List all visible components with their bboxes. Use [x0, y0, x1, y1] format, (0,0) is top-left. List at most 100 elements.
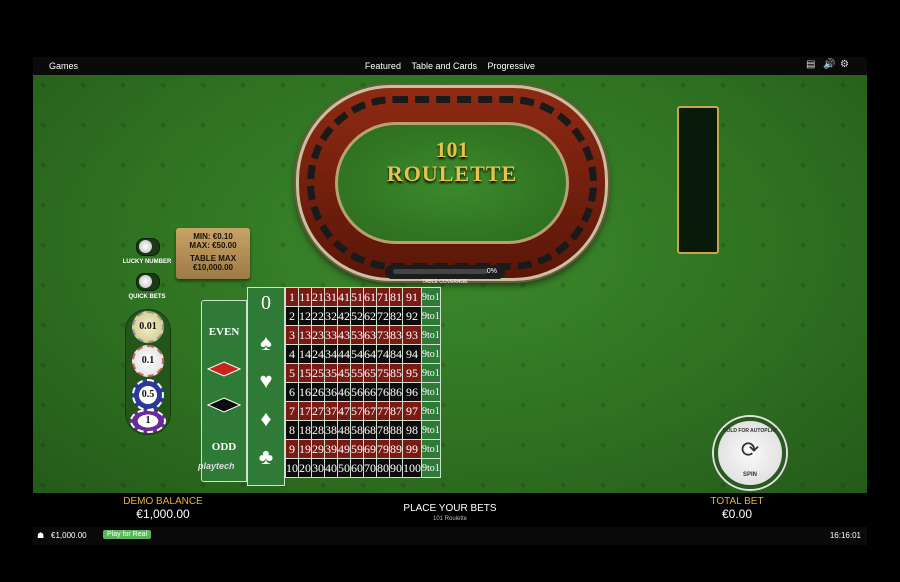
number-cell[interactable]: 18	[298, 420, 312, 440]
number-cell[interactable]: 16	[298, 382, 312, 402]
number-cell[interactable]: 82	[389, 306, 403, 326]
number-cell[interactable]: 80	[376, 458, 390, 478]
number-cell[interactable]: 94	[402, 344, 422, 364]
number-cell[interactable]: 59	[350, 439, 364, 459]
number-cell[interactable]: 43	[337, 325, 351, 345]
number-cell[interactable]: 97	[402, 401, 422, 421]
number-cell[interactable]: 44	[337, 344, 351, 364]
number-cell[interactable]: 38	[324, 420, 338, 440]
number-cell[interactable]: 32	[324, 306, 338, 326]
number-cell[interactable]: 13	[298, 325, 312, 345]
bet-even[interactable]: EVEN	[202, 326, 246, 338]
number-cell[interactable]: 75	[376, 363, 390, 383]
number-cell[interactable]: 76	[376, 382, 390, 402]
number-cell[interactable]: 89	[389, 439, 403, 459]
number-cell[interactable]: 64	[363, 344, 377, 364]
number-cell[interactable]: 60	[350, 458, 364, 478]
quick-bets-toggle[interactable]	[136, 273, 160, 291]
number-cell[interactable]: 2	[285, 306, 299, 326]
number-cell[interactable]: 52	[350, 306, 364, 326]
number-cell[interactable]: 61	[363, 287, 377, 307]
number-cell[interactable]: 74	[376, 344, 390, 364]
number-cell[interactable]: 58	[350, 420, 364, 440]
number-cell[interactable]: 53	[350, 325, 364, 345]
number-cell[interactable]: 42	[337, 306, 351, 326]
number-cell[interactable]: 98	[402, 420, 422, 440]
bet-red[interactable]	[202, 361, 246, 380]
number-cell[interactable]: 85	[389, 363, 403, 383]
number-cell[interactable]: 36	[324, 382, 338, 402]
number-cell[interactable]: 24	[311, 344, 325, 364]
number-cell[interactable]: 14	[298, 344, 312, 364]
number-cell[interactable]: 11	[298, 287, 312, 307]
chip-1-selected[interactable]: 1	[130, 409, 166, 433]
number-cell[interactable]: 83	[389, 325, 403, 345]
number-cell[interactable]: 27	[311, 401, 325, 421]
number-cell[interactable]: 88	[389, 420, 403, 440]
number-cell[interactable]: 79	[376, 439, 390, 459]
row-payout-bet[interactable]: 9to1	[421, 420, 441, 440]
bet-club-icon[interactable]: ♣	[248, 444, 284, 470]
row-payout-bet[interactable]: 9to1	[421, 458, 441, 478]
number-cell[interactable]: 28	[311, 420, 325, 440]
number-cell[interactable]: 100	[402, 458, 422, 478]
nav-progressive[interactable]: Progressive	[488, 61, 536, 71]
number-cell[interactable]: 37	[324, 401, 338, 421]
nav-featured[interactable]: Featured	[365, 61, 401, 71]
number-cell[interactable]: 78	[376, 420, 390, 440]
number-cell[interactable]: 65	[363, 363, 377, 383]
number-cell[interactable]: 35	[324, 363, 338, 383]
chip-0.1[interactable]: 0.1	[132, 345, 164, 377]
number-cell[interactable]: 72	[376, 306, 390, 326]
row-payout-bet[interactable]: 9to1	[421, 325, 441, 345]
number-cell[interactable]: 5	[285, 363, 299, 383]
row-payout-bet[interactable]: 9to1	[421, 344, 441, 364]
number-cell[interactable]: 55	[350, 363, 364, 383]
bet-zero[interactable]: 0	[248, 292, 284, 315]
number-cell[interactable]: 99	[402, 439, 422, 459]
number-cell[interactable]: 15	[298, 363, 312, 383]
number-cell[interactable]: 91	[402, 287, 422, 307]
number-cell[interactable]: 84	[389, 344, 403, 364]
row-payout-bet[interactable]: 9to1	[421, 287, 441, 307]
number-cell[interactable]: 77	[376, 401, 390, 421]
number-cell[interactable]: 90	[389, 458, 403, 478]
number-cell[interactable]: 25	[311, 363, 325, 383]
number-cell[interactable]: 49	[337, 439, 351, 459]
number-cell[interactable]: 81	[389, 287, 403, 307]
number-cell[interactable]: 19	[298, 439, 312, 459]
play-for-real-button[interactable]: Play for Real	[103, 530, 152, 539]
row-payout-bet[interactable]: 9to1	[421, 306, 441, 326]
number-cell[interactable]: 46	[337, 382, 351, 402]
number-cell[interactable]: 62	[363, 306, 377, 326]
number-cell[interactable]: 51	[350, 287, 364, 307]
number-cell[interactable]: 7	[285, 401, 299, 421]
number-cell[interactable]: 21	[311, 287, 325, 307]
number-cell[interactable]: 87	[389, 401, 403, 421]
number-cell[interactable]: 73	[376, 325, 390, 345]
number-cell[interactable]: 50	[337, 458, 351, 478]
number-cell[interactable]: 4	[285, 344, 299, 364]
number-cell[interactable]: 70	[363, 458, 377, 478]
number-cell[interactable]: 67	[363, 401, 377, 421]
number-cell[interactable]: 1	[285, 287, 299, 307]
number-cell[interactable]: 26	[311, 382, 325, 402]
lucky-number-toggle[interactable]	[136, 238, 160, 256]
chip-0.01[interactable]: 0.01	[132, 311, 164, 343]
number-cell[interactable]: 33	[324, 325, 338, 345]
nav-table-and-cards[interactable]: Table and Cards	[411, 61, 477, 71]
table-limits[interactable]: MIN: €0.10 MAX: €50.00 TABLE MAX €10,000…	[176, 228, 250, 279]
gear-icon[interactable]: ⚙	[840, 59, 851, 70]
number-cell[interactable]: 39	[324, 439, 338, 459]
number-cell[interactable]: 92	[402, 306, 422, 326]
number-cell[interactable]: 66	[363, 382, 377, 402]
number-cell[interactable]: 93	[402, 325, 422, 345]
number-cell[interactable]: 17	[298, 401, 312, 421]
number-cell[interactable]: 69	[363, 439, 377, 459]
number-cell[interactable]: 71	[376, 287, 390, 307]
bet-spade-icon[interactable]: ♠	[248, 330, 284, 356]
number-cell[interactable]: 45	[337, 363, 351, 383]
number-cell[interactable]: 57	[350, 401, 364, 421]
row-payout-bet[interactable]: 9to1	[421, 382, 441, 402]
history-icon[interactable]: ▤	[806, 59, 817, 70]
